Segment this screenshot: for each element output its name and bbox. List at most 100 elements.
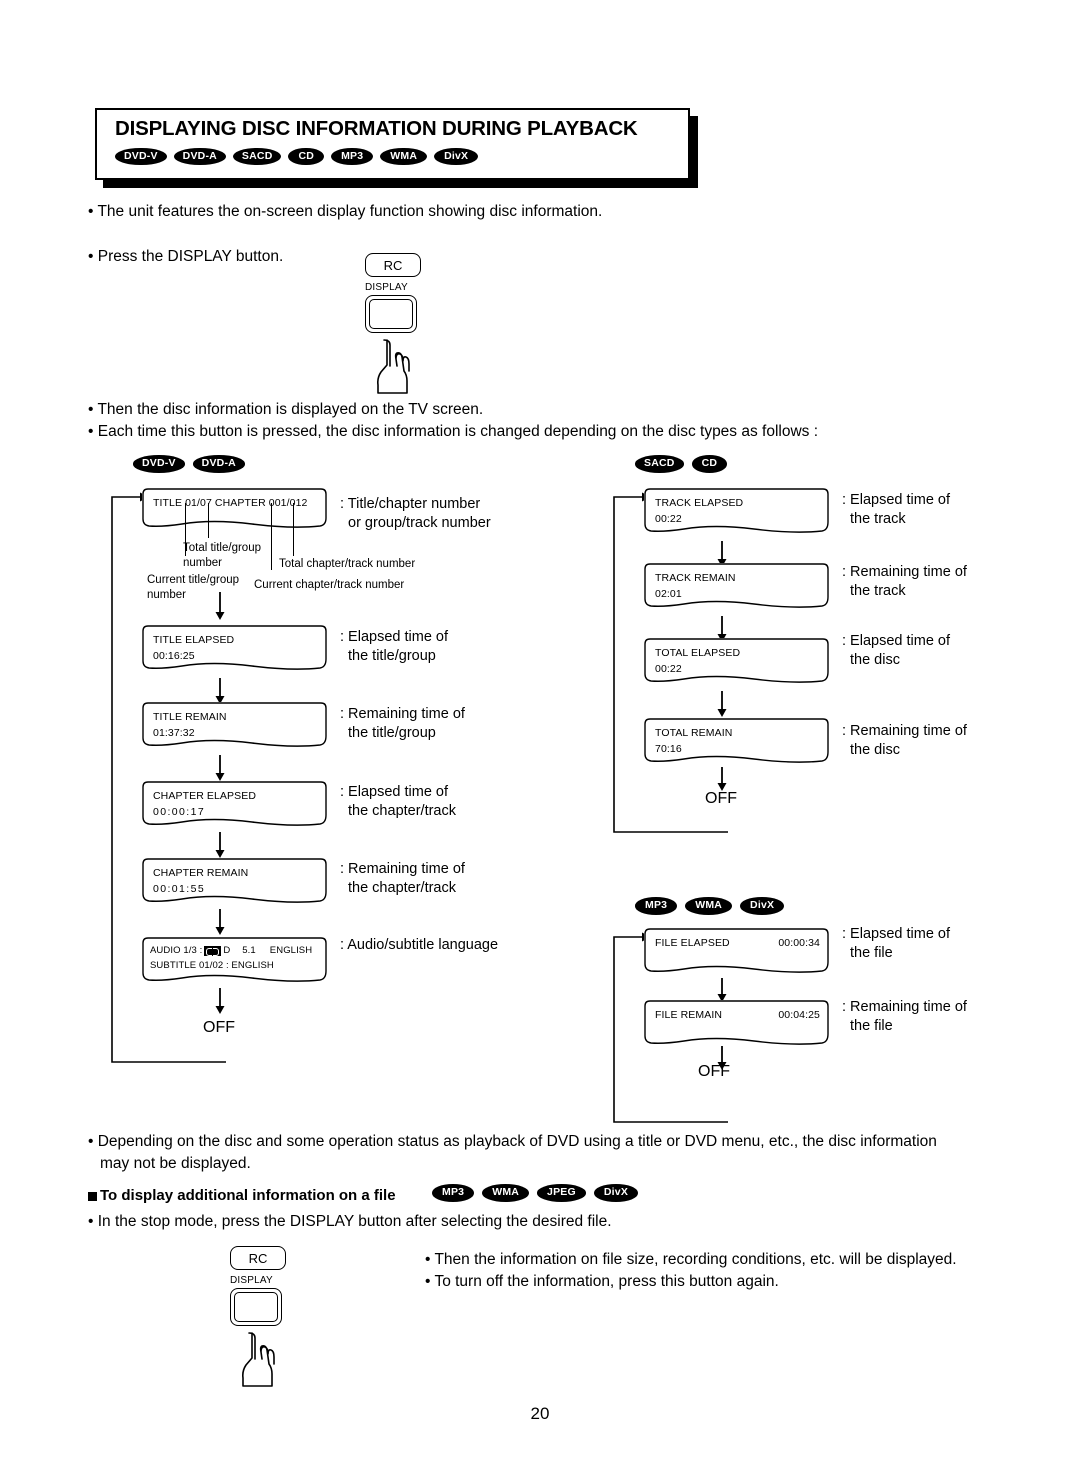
osd-box-title-chapter: TITLE 01/07 CHAPTER 001/012 bbox=[142, 488, 327, 533]
caption-file-remain: : Remaining time of the file bbox=[842, 999, 967, 1034]
osd-line-1: FILE REMAIN bbox=[655, 1009, 723, 1021]
format-badge-mp3: MP3 bbox=[331, 147, 374, 166]
caption-total-remain: : Remaining time of the disc bbox=[842, 723, 967, 758]
annot-current-chapter: Current chapter/track number bbox=[254, 579, 405, 591]
osd-line-2: 01:37:32 bbox=[153, 727, 195, 740]
pointing-hand-icon bbox=[377, 339, 410, 394]
osd-line-1: TITLE 01/07 CHAPTER 001/012 bbox=[153, 497, 308, 509]
format-badge-dvd-a: DVD-A bbox=[173, 147, 226, 166]
flow-arrow-dvd-5 bbox=[215, 909, 225, 935]
audio-language: ENGLISH bbox=[269, 945, 313, 956]
leader-total-chapter bbox=[293, 503, 295, 556]
flow-badge-mp3: MP3 bbox=[635, 897, 678, 915]
osd-box-chapter-elapsed: CHAPTER ELAPSED 00:00:17 bbox=[142, 781, 327, 831]
caption-title-remain: : Remaining time of the title/group bbox=[340, 706, 465, 741]
osd-line-2: 00:00:17 bbox=[153, 806, 206, 819]
audio-channels: 5.1 bbox=[242, 945, 256, 956]
intro-line-tv-screen: Then the disc information is displayed o… bbox=[88, 398, 483, 421]
caption-chapter-remain: : Remaining time of the chapter/track bbox=[340, 861, 465, 896]
flow-arrow-dvd-3 bbox=[215, 755, 225, 781]
caption-title-chapter-l1: : Title/chapter number bbox=[340, 496, 481, 512]
caption-file-elapsed: : Elapsed time of the file bbox=[842, 926, 950, 961]
caption-total-elapsed: : Elapsed time of the disc bbox=[842, 633, 950, 668]
flow-off-label-sacd: OFF bbox=[705, 790, 737, 807]
flow-badge-dvd-v: DVD-V bbox=[133, 455, 185, 473]
osd-box-title-elapsed: TITLE ELAPSED 00:16:25 bbox=[142, 625, 327, 675]
osd-line-2: 00:16:25 bbox=[153, 650, 195, 663]
flow-arrow-dvd-1 bbox=[215, 592, 225, 620]
format-badge-sacd: SACD bbox=[232, 147, 282, 166]
osd-audio-row: AUDIO 1/3 : D 5.1 ENGLISH bbox=[150, 944, 312, 959]
subheading-badge-row: MP3 WMA JPEG DivX bbox=[432, 1184, 639, 1202]
intro-line-each-time: Each time this button is pressed, the di… bbox=[88, 420, 818, 443]
subheading-badge-wma: WMA bbox=[482, 1184, 530, 1202]
note-then-information: Then the information on file size, recor… bbox=[425, 1248, 956, 1271]
osd-line-1: CHAPTER ELAPSED bbox=[153, 790, 257, 802]
rc-chip-top: RC bbox=[365, 253, 421, 277]
flow-off-label-dvd: OFF bbox=[203, 1019, 235, 1036]
display-button-inner-top bbox=[369, 299, 413, 329]
flow-arrow-dvd-6 bbox=[215, 988, 225, 1014]
pointing-hand-icon bbox=[242, 1332, 275, 1387]
osd-box-track-elapsed: TRACK ELAPSED 00:22 bbox=[644, 488, 829, 538]
display-button-inner-bottom bbox=[234, 1292, 278, 1322]
annot-total-chapter: Total chapter/track number bbox=[279, 558, 416, 570]
format-badge-cd: CD bbox=[288, 147, 325, 166]
osd-text-lines: TOTAL REMAIN 70:16 bbox=[655, 725, 732, 758]
caption-audio-subtitle: : Audio/subtitle language bbox=[340, 937, 499, 953]
osd-line-1: CHAPTER REMAIN bbox=[153, 867, 249, 879]
format-badge-divx: DivX bbox=[434, 147, 479, 166]
intro-line-features: The unit features the on-screen display … bbox=[88, 200, 602, 223]
display-button-top[interactable] bbox=[365, 295, 417, 333]
dolby-digital-icon bbox=[204, 946, 222, 957]
caption-title-chapter-l2: or group/track number bbox=[348, 514, 491, 531]
osd-box-file-remain: FILE REMAIN 00:04:25 bbox=[644, 1000, 829, 1050]
rc-display-label-bottom: DISPLAY bbox=[230, 1275, 273, 1286]
osd-line-2: 00:04:25 bbox=[778, 1009, 820, 1021]
osd-subtitle-row: SUBTITLE 01/02 : ENGLISH bbox=[150, 959, 274, 971]
osd-line-1: TOTAL REMAIN bbox=[655, 727, 733, 739]
audio-codec: D bbox=[223, 945, 231, 956]
osd-box-track-remain: TRACK REMAIN 02:01 bbox=[644, 563, 829, 613]
osd-text-lines: TITLE REMAIN 01:37:32 bbox=[153, 709, 227, 742]
osd-line-1: TRACK REMAIN bbox=[655, 572, 736, 584]
remote-display-group-bottom[interactable]: RC DISPLAY bbox=[230, 1246, 302, 1393]
osd-box-file-elapsed: FILE ELAPSED 00:00:34 bbox=[644, 928, 829, 978]
leader-current-chapter bbox=[271, 503, 273, 570]
flow-badge-cd: CD bbox=[691, 455, 728, 473]
flow-arrow-sacd-3 bbox=[717, 691, 727, 717]
osd-box-title-remain: TITLE REMAIN 01:37:32 bbox=[142, 702, 327, 752]
header-box: DISPLAYING DISC INFORMATION DURING PLAYB… bbox=[95, 108, 690, 180]
osd-line-1: TRACK ELAPSED bbox=[655, 497, 744, 509]
osd-text-lines: FILE ELAPSED 00:00:34 bbox=[655, 935, 820, 951]
osd-text-lines: CHAPTER ELAPSED 00:00:17 bbox=[153, 788, 256, 821]
osd-text-lines: TITLE ELAPSED 00:16:25 bbox=[153, 632, 234, 665]
format-badge-dvd-v: DVD-V bbox=[115, 147, 167, 166]
leader-total-title bbox=[208, 503, 210, 538]
osd-text-lines: TOTAL ELAPSED 00:22 bbox=[655, 645, 740, 678]
square-bullet-icon bbox=[88, 1192, 97, 1201]
flow-badge-divx: DivX bbox=[740, 897, 785, 915]
osd-box-total-remain: TOTAL REMAIN 70:16 bbox=[644, 718, 829, 768]
osd-line-1: FILE ELAPSED bbox=[655, 937, 730, 949]
osd-line-1: TITLE REMAIN bbox=[153, 711, 227, 723]
osd-box-audio-subtitle: AUDIO 1/3 : D 5.1 ENGLISH SUBTITLE 01/02… bbox=[142, 937, 327, 987]
rc-chip-bottom: RC bbox=[230, 1246, 286, 1270]
format-badge-wma: WMA bbox=[380, 147, 428, 166]
note-depending-line1: Depending on the disc and some operation… bbox=[88, 1130, 937, 1153]
display-button-bottom[interactable] bbox=[230, 1288, 282, 1326]
caption-title-elapsed: : Elapsed time of the title/group bbox=[340, 629, 448, 664]
annot-total-title: Total title/group number bbox=[183, 542, 261, 570]
caption-title-chapter: : Title/chapter number or group/track nu… bbox=[340, 495, 491, 532]
note-turn-off: To turn off the information, press this … bbox=[425, 1270, 778, 1293]
flow-badge-wma: WMA bbox=[685, 897, 733, 915]
flow-badge-dvd-a: DVD-A bbox=[192, 455, 245, 473]
caption-track-elapsed: : Elapsed time of the track bbox=[842, 492, 950, 527]
osd-box-chapter-remain: CHAPTER REMAIN 00:01:55 bbox=[142, 858, 327, 908]
intro-line-press-display: Press the DISPLAY button. bbox=[88, 245, 284, 268]
remote-display-group-top[interactable]: RC DISPLAY bbox=[365, 253, 437, 400]
caption-track-remain: : Remaining time of the track bbox=[842, 564, 967, 599]
osd-line-2: 00:01:55 bbox=[153, 883, 206, 896]
page-number: 20 bbox=[530, 1404, 550, 1423]
osd-line-1: TITLE ELAPSED bbox=[153, 634, 235, 646]
